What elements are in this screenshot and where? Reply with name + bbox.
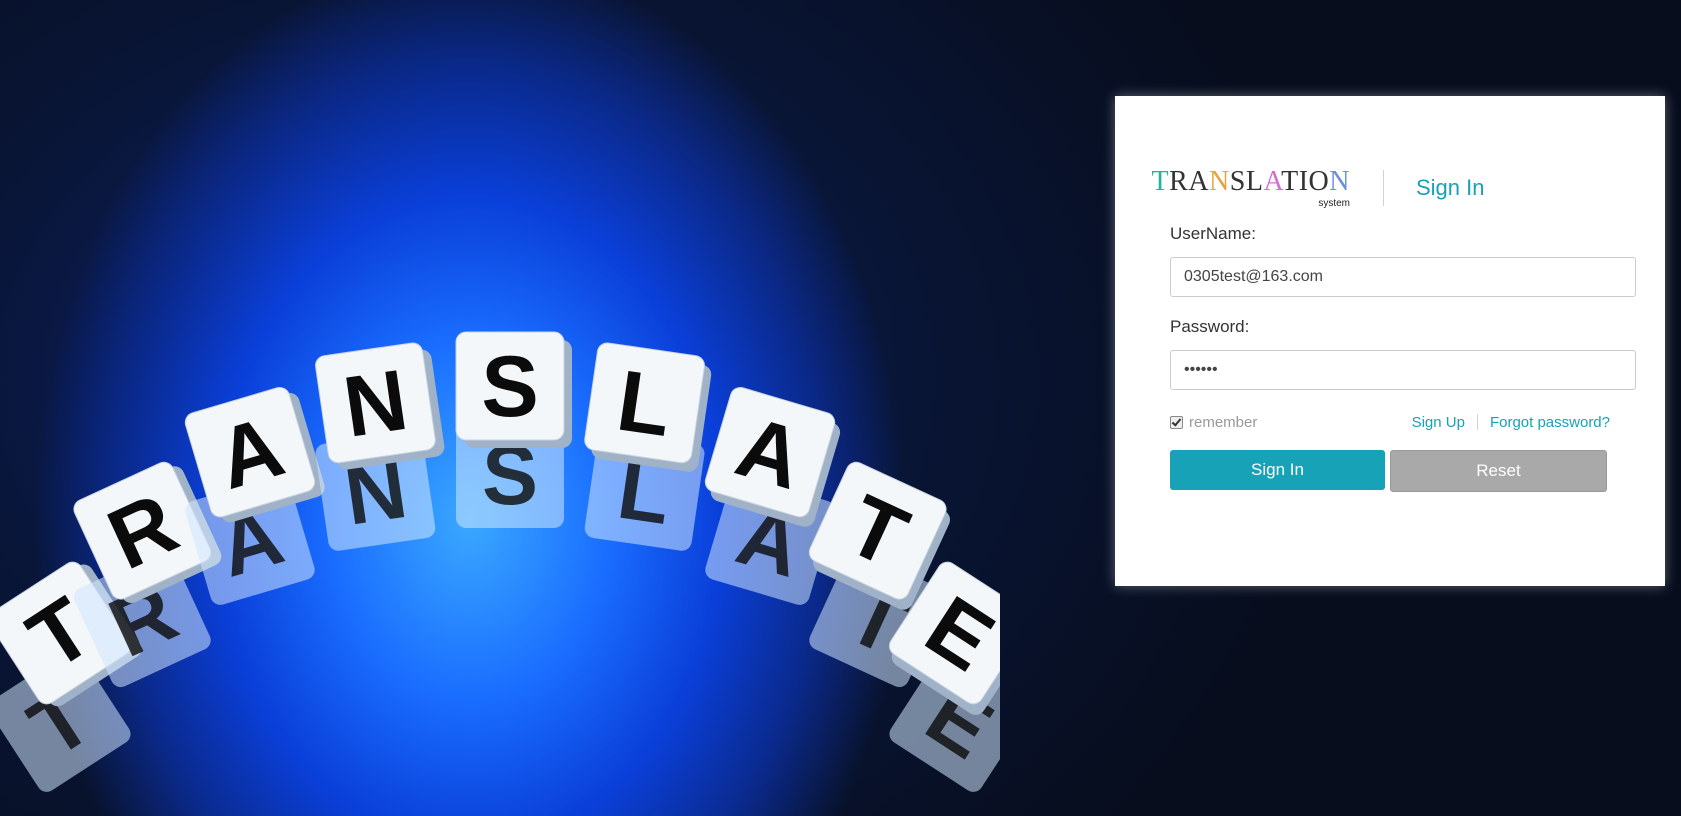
sign-up-link[interactable]: Sign Up [1412,414,1465,431]
translation-system-logo: TRANSLATION system [1152,167,1350,209]
links-divider [1476,414,1478,430]
logo-letter: R [1169,165,1189,197]
die: S [455,331,572,448]
logo-letter: A [1263,165,1282,197]
die-letter: S [481,339,538,435]
options-row: remember Sign Up Forgot password? [1170,411,1610,433]
logo-letter: T [1151,165,1170,197]
password-label: Password: [1170,317,1250,336]
page-title: Sign In [1416,175,1485,200]
logo-letter: S [1229,165,1246,197]
translate-dice-illustration: TTRR AA NNSSLLAATTEE [0,331,1000,792]
logo-letter: T [1281,165,1299,197]
die: N [315,342,445,470]
account-links: Sign Up Forgot password? [1412,414,1610,431]
username-input[interactable]: 0305test@163.com [1170,257,1636,297]
forgot-password-link[interactable]: Forgot password? [1490,414,1610,431]
logo-letter: N [1209,165,1230,197]
brand-row: TRANSLATION system Sign In [1152,158,1485,218]
die: L [584,342,712,472]
username-label: UserName: [1170,224,1256,243]
reset-button[interactable]: Reset [1390,450,1607,492]
remember-checkbox[interactable] [1170,415,1183,429]
logo-letter: L [1245,165,1264,197]
logo-letter: A [1188,165,1210,197]
logo-letter: I [1298,165,1309,197]
logo-subtitle: system [1318,197,1350,209]
logo-wordmark: TRANSLATION [1151,165,1350,197]
password-input[interactable]: •••••• [1170,350,1636,390]
logo-letter: N [1329,165,1350,197]
login-card: TRANSLATION system Sign In UserName: 030… [1115,96,1665,586]
sign-in-button[interactable]: Sign In [1170,450,1385,490]
logo-letter: O [1308,165,1330,197]
login-page: TTRRAANNSSLLAATTEE TRANSLATION system Si… [0,0,1681,816]
remember-option[interactable]: remember [1170,414,1257,431]
remember-label: remember [1189,413,1258,431]
brand-divider [1383,170,1384,206]
